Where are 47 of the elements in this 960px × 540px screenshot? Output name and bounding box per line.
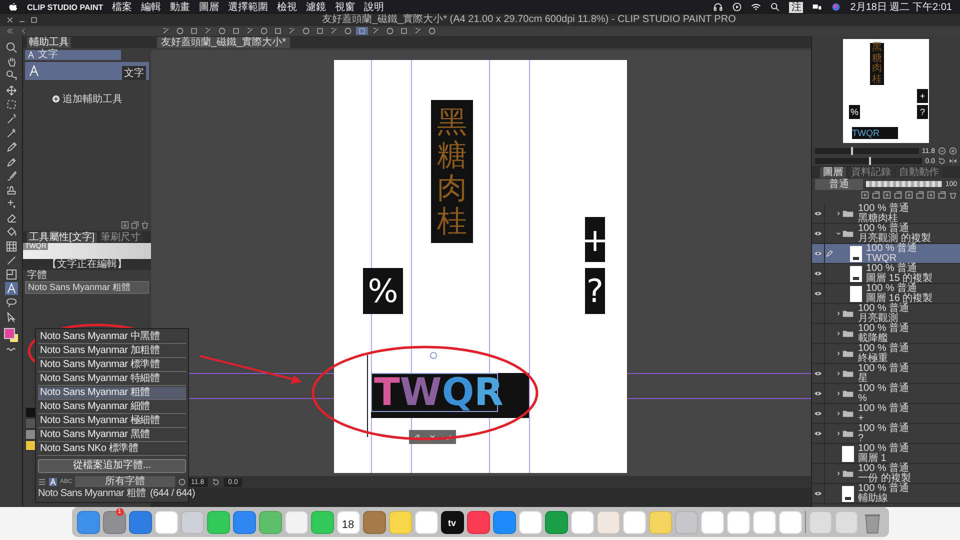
font-label: 字體	[26, 270, 48, 281]
layer-opacity-mode: 100 % 普通	[866, 284, 918, 294]
layer-name: 載降艦	[858, 334, 889, 344]
thumbnail-vertical-text: 黑糖肉桂	[870, 43, 884, 85]
menu-bar-clock: 2月18日 週二 下午2:01	[850, 1, 952, 14]
editing-status: 【文字正在編輯】	[23, 259, 151, 270]
layer-name: 圖層 16 的複製	[866, 294, 933, 304]
layer-opacity-mode: 100 % 普通	[858, 364, 910, 374]
window-title: 友好蓋頭蘭_磁鐵_實際大小* (A4 21.00 x 29.70cm 600dpi 11.8%) - CLIP STUDIO PAINT PRO	[322, 14, 736, 26]
layer-opacity-mode: 100 % 普通	[858, 224, 910, 234]
thumbnail-text: TWQR	[852, 127, 898, 139]
layer-name: 月亮觀測 的複製	[858, 234, 931, 244]
thumbnail-symbol: ?	[917, 105, 928, 119]
layer-opacity-mode: 100 % 普通	[858, 304, 910, 314]
layer-opacity-mode: 100 % 普通	[858, 444, 910, 454]
layer-name: 終極重	[858, 354, 889, 364]
layer-opacity-mode: 100 % 普通	[858, 204, 910, 214]
font-count: (644 / 644)	[150, 488, 196, 500]
layer-name: 圖層 1	[858, 454, 888, 464]
layer-opacity-mode: 100 % 普通	[866, 264, 918, 274]
layer-name: 黑糖肉桂	[858, 214, 898, 224]
layer-opacity-mode: 100 % 普通	[858, 404, 910, 414]
layer-name: 月亮觀測	[858, 314, 898, 324]
layer-opacity-mode: 100 % 普通	[858, 324, 910, 334]
layer-name: 圖層 15 的複製	[866, 274, 933, 284]
layer-name: 星	[858, 374, 869, 384]
layer-opacity-mode: 100 % 普通	[858, 424, 910, 434]
symbol-text-box: %	[363, 268, 403, 314]
current-font: Noto Sans Myanmar 粗體	[38, 488, 146, 500]
thumbnail-symbol: %	[849, 105, 860, 119]
layer-name: ?	[858, 434, 865, 444]
sub-tool-label: 文字	[122, 66, 146, 80]
thumbnail-symbol: +	[917, 89, 928, 103]
layer-opacity-mode: 100 % 普通	[858, 344, 910, 354]
layer-name: TWQR	[866, 254, 897, 264]
symbol-text-box: +	[585, 217, 605, 262]
layer-name: 輔助線	[858, 494, 889, 504]
symbol-text-box: ?	[585, 268, 605, 314]
vertical-text-box: 黑糖肉桂	[431, 100, 473, 243]
layer-opacity-mode: 100 % 普通	[858, 484, 910, 494]
layer-name: +	[858, 414, 865, 424]
layer-opacity-mode: 100 % 普通	[866, 244, 918, 254]
layer-opacity-mode: 100 % 普通	[858, 384, 910, 394]
sub-tool-group-label: 文字	[38, 50, 58, 60]
layer-name: 一份 的複製	[858, 474, 911, 484]
layer-opacity-mode: 100 % 普通	[858, 464, 910, 474]
layer-name: %	[858, 394, 868, 404]
